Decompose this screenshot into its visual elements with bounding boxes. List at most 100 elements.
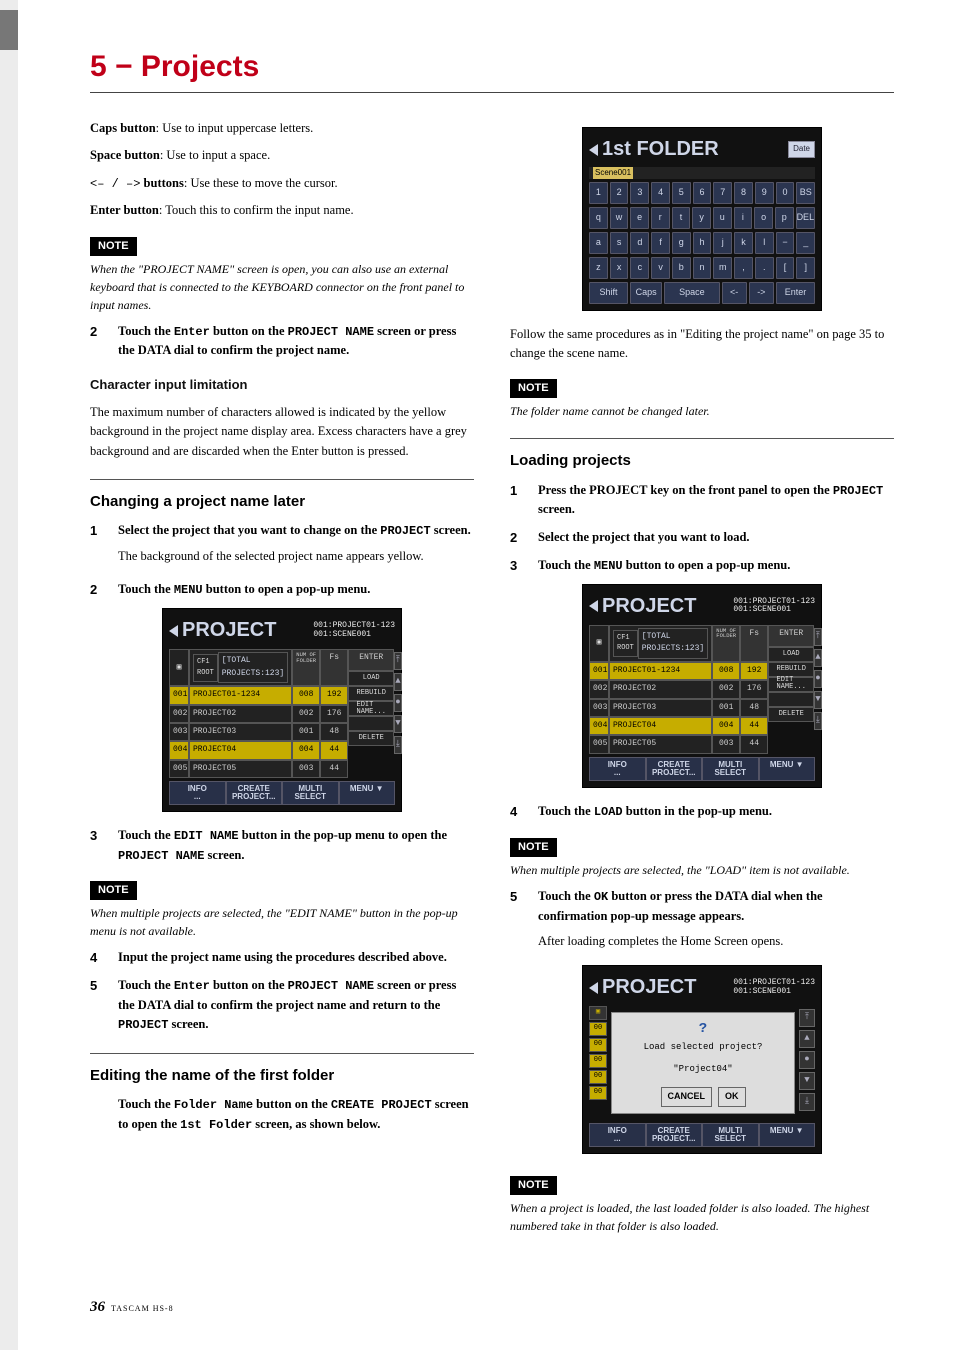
key-x[interactable]: x xyxy=(610,257,629,279)
page-up-icon[interactable]: ▲ xyxy=(394,673,401,691)
key-y[interactable]: y xyxy=(692,207,711,229)
key-][interactable]: ] xyxy=(796,257,815,279)
key-i[interactable]: i xyxy=(734,207,753,229)
go-top-icon[interactable]: ⤒ xyxy=(394,652,401,670)
key-DEL[interactable]: DEL xyxy=(796,207,816,229)
key-4[interactable]: 4 xyxy=(651,182,670,204)
go-bottom-icon[interactable]: ⤓ xyxy=(814,712,821,730)
bottom-button[interactable]: MENU ▼ xyxy=(339,781,396,805)
bottom-button[interactable]: MULTI SELECT xyxy=(282,781,339,805)
scroll-icon[interactable]: ● xyxy=(814,670,821,688)
key-q[interactable]: q xyxy=(589,207,608,229)
key-j[interactable]: j xyxy=(713,232,732,254)
bottom-button[interactable]: CREATE PROJECT... xyxy=(646,1123,703,1147)
key-enter[interactable]: Enter xyxy=(776,282,815,304)
key-p[interactable]: p xyxy=(775,207,794,229)
key-6[interactable]: 6 xyxy=(693,182,712,204)
key-->[interactable]: -> xyxy=(749,282,774,304)
key-w[interactable]: w xyxy=(610,207,629,229)
bottom-button[interactable]: MULTI SELECT xyxy=(702,1123,759,1147)
key-k[interactable]: k xyxy=(734,232,753,254)
key-8[interactable]: 8 xyxy=(734,182,753,204)
menu-item[interactable]: EDIT NAME... xyxy=(348,701,394,716)
go-bottom-icon[interactable]: ⤓ xyxy=(394,736,401,754)
key-r[interactable]: r xyxy=(651,207,670,229)
key-h[interactable]: h xyxy=(693,232,712,254)
table-row[interactable]: 001PROJECT01-1234008192 xyxy=(169,686,348,704)
key-z[interactable]: z xyxy=(589,257,608,279)
key-o[interactable]: o xyxy=(754,207,773,229)
key-7[interactable]: 7 xyxy=(713,182,732,204)
key-9[interactable]: 9 xyxy=(755,182,774,204)
menu-item[interactable]: REBUILD xyxy=(348,686,394,701)
menu-item[interactable]: DELETE xyxy=(348,731,394,746)
menu-item[interactable] xyxy=(768,692,814,707)
table-row[interactable]: 003PROJECT0300148 xyxy=(589,699,768,717)
menu-item[interactable]: REBUILD xyxy=(768,662,814,677)
key-5[interactable]: 5 xyxy=(672,182,691,204)
bottom-button[interactable]: MENU ▼ xyxy=(759,757,816,781)
bottom-button[interactable]: MENU ▼ xyxy=(759,1123,816,1147)
key-0[interactable]: 0 xyxy=(776,182,795,204)
key-b[interactable]: b xyxy=(672,257,691,279)
page-up-icon[interactable]: ▲ xyxy=(814,649,821,667)
bottom-button[interactable]: CREATE PROJECT... xyxy=(226,781,283,805)
enter-button[interactable]: ENTER xyxy=(768,625,814,647)
date-button[interactable]: Date xyxy=(788,141,815,157)
key-e[interactable]: e xyxy=(630,207,649,229)
page-down-icon[interactable]: ▼ xyxy=(814,691,821,709)
scroll-icon[interactable]: ● xyxy=(799,1051,815,1069)
menu-item[interactable]: LOAD xyxy=(348,671,394,686)
menu-item[interactable]: DELETE xyxy=(768,707,814,722)
bottom-button[interactable]: CREATE PROJECT... xyxy=(646,757,703,781)
table-row[interactable]: 005PROJECT0500344 xyxy=(589,735,768,753)
key-.[interactable]: . xyxy=(755,257,774,279)
key-3[interactable]: 3 xyxy=(630,182,649,204)
go-bottom-icon[interactable]: ⤓ xyxy=(799,1093,815,1111)
key-d[interactable]: d xyxy=(630,232,649,254)
key-2[interactable]: 2 xyxy=(610,182,629,204)
key-caps[interactable]: Caps xyxy=(630,282,662,304)
table-row[interactable]: 005PROJECT0500344 xyxy=(169,760,348,778)
scroll-icon[interactable]: ● xyxy=(394,694,401,712)
bottom-button[interactable]: MULTI SELECT xyxy=(702,757,759,781)
key-t[interactable]: t xyxy=(672,207,691,229)
page-down-icon[interactable]: ▼ xyxy=(394,715,401,733)
key-l[interactable]: l xyxy=(755,232,774,254)
bottom-button[interactable]: INFO ... xyxy=(589,757,646,781)
key-m[interactable]: m xyxy=(713,257,732,279)
key-1[interactable]: 1 xyxy=(589,182,608,204)
key-f[interactable]: f xyxy=(651,232,670,254)
go-top-icon[interactable]: ⤒ xyxy=(799,1009,815,1027)
menu-item[interactable]: LOAD xyxy=(768,647,814,662)
key-space[interactable]: Space xyxy=(664,282,719,304)
ok-button[interactable]: OK xyxy=(718,1087,746,1107)
table-row[interactable]: 002PROJECT02002176 xyxy=(589,680,768,698)
key-−[interactable]: − xyxy=(776,232,795,254)
enter-button[interactable]: ENTER xyxy=(348,649,394,671)
key-,[interactable]: , xyxy=(734,257,753,279)
key-s[interactable]: s xyxy=(610,232,629,254)
table-row[interactable]: 002PROJECT02002176 xyxy=(169,705,348,723)
key-shift[interactable]: Shift xyxy=(589,282,628,304)
cancel-button[interactable]: CANCEL xyxy=(661,1087,713,1107)
key-<-[interactable]: <- xyxy=(722,282,747,304)
scene-input[interactable]: Scene001 xyxy=(589,167,815,179)
key-u[interactable]: u xyxy=(713,207,732,229)
bottom-button[interactable]: INFO ... xyxy=(169,781,226,805)
page-down-icon[interactable]: ▼ xyxy=(799,1072,815,1090)
key-g[interactable]: g xyxy=(672,232,691,254)
go-top-icon[interactable]: ⤒ xyxy=(814,628,821,646)
key-[[interactable]: [ xyxy=(776,257,795,279)
key-BS[interactable]: BS xyxy=(796,182,815,204)
key-_[interactable]: _ xyxy=(796,232,815,254)
table-row[interactable]: 003PROJECT0300148 xyxy=(169,723,348,741)
page-up-icon[interactable]: ▲ xyxy=(799,1030,815,1048)
key-n[interactable]: n xyxy=(693,257,712,279)
key-c[interactable]: c xyxy=(630,257,649,279)
bottom-button[interactable]: INFO ... xyxy=(589,1123,646,1147)
table-row[interactable]: 001PROJECT01-1234008192 xyxy=(589,662,768,680)
table-row[interactable]: 004PROJECT0400444 xyxy=(589,717,768,735)
menu-item[interactable]: EDIT NAME... xyxy=(768,677,814,692)
table-row[interactable]: 004PROJECT0400444 xyxy=(169,741,348,759)
